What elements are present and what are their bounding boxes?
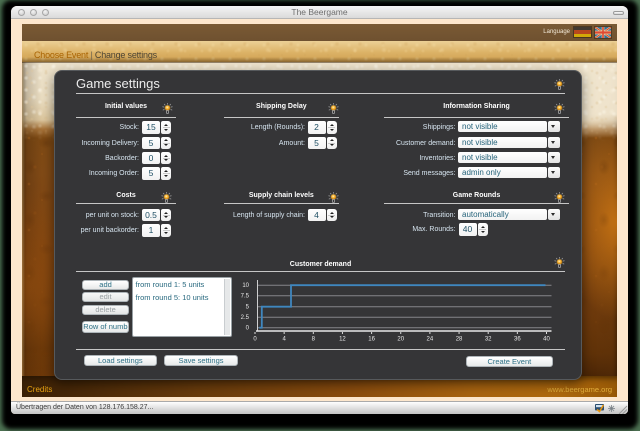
svg-text:0: 0 <box>246 326 250 332</box>
svg-text:10: 10 <box>242 283 249 289</box>
svg-text:24: 24 <box>427 337 434 343</box>
svg-text:12: 12 <box>339 337 346 343</box>
svg-text:40: 40 <box>543 337 550 343</box>
svg-text:16: 16 <box>368 337 375 343</box>
svg-text:28: 28 <box>456 337 463 343</box>
svg-text:36: 36 <box>514 337 521 343</box>
svg-text:4: 4 <box>282 337 286 343</box>
svg-text:20: 20 <box>397 337 404 343</box>
svg-text:7.5: 7.5 <box>241 294 250 300</box>
svg-text:2.5: 2.5 <box>241 315 250 321</box>
svg-text:8: 8 <box>312 337 316 343</box>
svg-text:32: 32 <box>485 337 492 343</box>
svg-text:5: 5 <box>246 305 250 311</box>
svg-text:0: 0 <box>253 337 257 343</box>
